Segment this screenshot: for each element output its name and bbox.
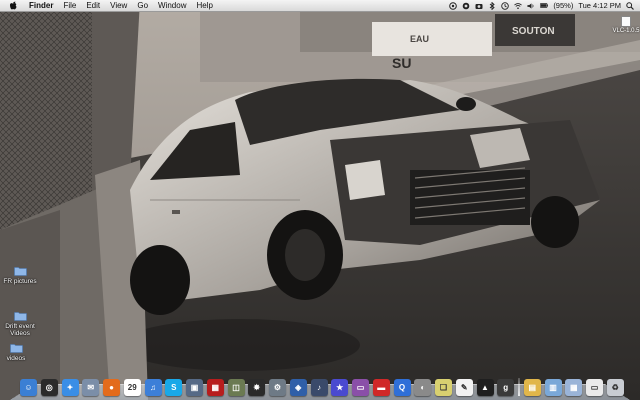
banner-text-3: EAU [410, 34, 429, 44]
menu-edit[interactable]: Edit [81, 0, 105, 12]
skype-dock-icon[interactable]: S [165, 379, 183, 396]
app-store-dock-icon[interactable]: ▲ [476, 379, 494, 396]
photoshop-dock-icon[interactable]: ✸ [248, 379, 266, 396]
desktop-icon-label: Drift event Videos [5, 323, 35, 337]
desktop-folder-videos[interactable]: videos [0, 343, 40, 362]
banner-text: SOUTON [512, 26, 555, 37]
time-machine-icon[interactable] [501, 1, 510, 10]
downloads-dock-icon[interactable]: ▦ [565, 379, 583, 396]
stickies-dock-icon[interactable]: ❏ [435, 379, 452, 396]
spotlight-icon[interactable] [626, 1, 634, 10]
folder-icon [9, 344, 23, 353]
grapher-dock-icon[interactable]: g [497, 379, 515, 396]
system-prefs-dock-icon[interactable]: ◐ [414, 379, 432, 396]
wifi-icon[interactable] [514, 2, 523, 10]
menu-window[interactable]: Window [153, 0, 191, 12]
apple-menu-icon[interactable] [8, 1, 18, 11]
dashboard-dock-icon[interactable]: ◎ [40, 379, 58, 396]
menu-go[interactable]: Go [132, 0, 153, 12]
iphoto-dock-icon[interactable]: ▣ [186, 379, 203, 396]
dock-separator [518, 378, 520, 396]
folder-dock-icon-1[interactable]: ▤ [523, 379, 541, 396]
finder-dock-icon[interactable]: ☺ [20, 379, 37, 396]
vlc-volume-icon[interactable]: VLC-1.0.5 [612, 16, 640, 34]
desktop-icon-label: videos [6, 355, 26, 362]
skype-status-icon[interactable] [449, 1, 458, 10]
dock: ☺ ◎ ✦ ✉ ● 29 ♫ S ▣ ▦ ◫ ✸ ⚙ ◈ ♪ ★ ▭ ▬ Q ◐ ❏ ✎ ▲ g ▤ ▥ ▦ ▭ ♻ [16, 372, 628, 396]
desktop-folder-fr-pictures[interactable]: FR pictures [0, 266, 44, 285]
virtualbox-dock-icon[interactable]: ◈ [289, 379, 307, 396]
desktop-icon-label: FR pictures [3, 278, 37, 285]
battery-icon[interactable] [540, 2, 549, 10]
safari-dock-icon[interactable]: ✦ [61, 379, 79, 396]
disk-image-icon [621, 16, 631, 27]
itunes-dock-icon[interactable]: ♫ [144, 379, 162, 396]
screenshots-dock-icon[interactable]: ▭ [586, 379, 603, 396]
menu-help[interactable]: Help [191, 0, 217, 12]
menu-extras: (95%) Tue 4:12 PM [449, 1, 640, 10]
iwork-dock-icon[interactable]: ▬ [372, 379, 390, 396]
imovie-dock-icon[interactable]: ★ [331, 379, 349, 396]
desktop-wallpaper: SOUTON SU EAU [0, 0, 640, 400]
garageband-dock-icon[interactable]: ♪ [310, 379, 328, 396]
documents-dock-icon[interactable]: ▥ [544, 379, 562, 396]
ical-dock-icon[interactable]: 29 [123, 379, 141, 396]
folder-icon [13, 312, 27, 321]
trash-dock-icon[interactable]: ♻ [606, 379, 624, 396]
volume-icon[interactable] [527, 2, 535, 10]
battery-percent[interactable]: (95%) [553, 1, 573, 10]
utilities-dock-icon[interactable]: ⚙ [269, 379, 286, 396]
front-row-dock-icon[interactable]: ▭ [352, 379, 369, 396]
menu-app-name[interactable]: Finder [24, 0, 58, 12]
preview-dock-icon[interactable]: ◫ [227, 379, 245, 396]
bluetooth-icon[interactable] [488, 1, 496, 10]
firefox-dock-icon[interactable]: ● [103, 379, 120, 396]
growl-icon[interactable] [462, 2, 470, 10]
folder-icon [13, 267, 27, 276]
mail-dock-icon[interactable]: ✉ [82, 379, 100, 396]
banner-text-2: SU [392, 55, 411, 71]
photo-booth-dock-icon[interactable]: ▦ [206, 379, 224, 396]
menu-view[interactable]: View [105, 0, 132, 12]
vlc-volume-label: VLC-1.0.5 [612, 28, 640, 34]
menu-clock[interactable]: Tue 4:12 PM [578, 1, 621, 10]
menu-bar: Finder File Edit View Go Window Help (95… [0, 0, 640, 12]
pages-dock-icon[interactable]: ✎ [455, 379, 473, 396]
menu-file[interactable]: File [58, 0, 81, 12]
desktop-folder-drift-event-videos[interactable]: Drift event Videos [0, 311, 44, 337]
camera-icon[interactable] [475, 2, 483, 10]
quicktime-dock-icon[interactable]: Q [393, 379, 411, 396]
